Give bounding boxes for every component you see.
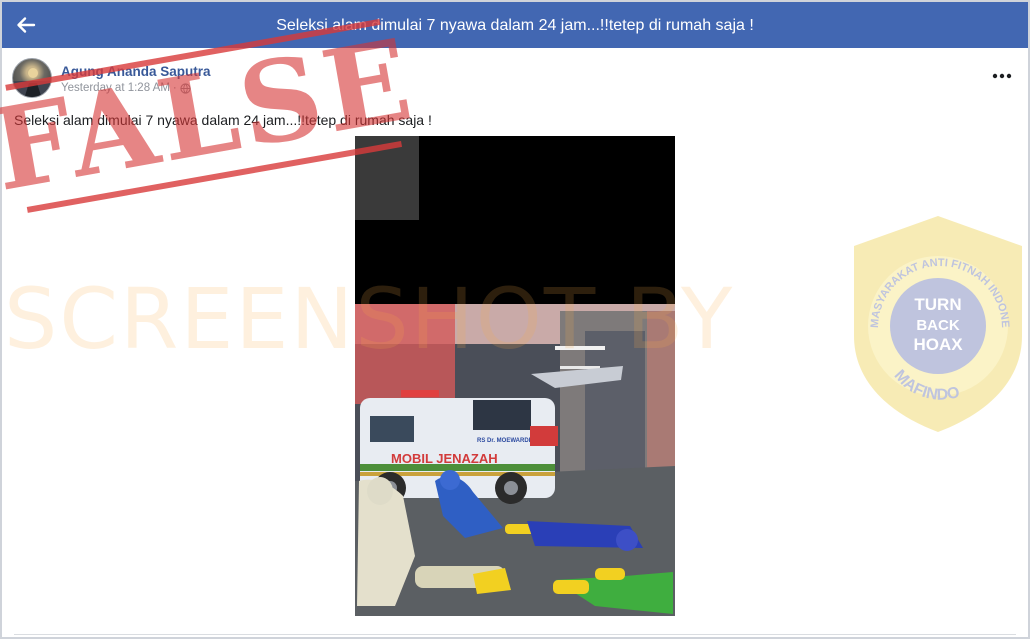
globe-icon [180, 82, 191, 94]
ambulance-label: MOBIL JENAZAH [391, 451, 498, 466]
avatar[interactable] [12, 58, 52, 98]
more-options-button[interactable] [990, 68, 1014, 84]
meta-separator: · [172, 82, 177, 94]
post-timestamp[interactable]: Yesterday at 1:28 AM [61, 82, 170, 94]
post-photo[interactable]: MOBIL JENAZAH RS Dr. MOEWARDI [355, 136, 675, 616]
post-header: Agung Ananda Saputra Yesterday at 1:28 A… [12, 58, 992, 100]
arrow-left-icon [17, 17, 36, 33]
divider [14, 634, 1016, 635]
top-bar: Seleksi alam dimulai 7 nyawa dalam 24 ja… [2, 2, 1028, 48]
page-title: Seleksi alam dimulai 7 nyawa dalam 24 ja… [276, 17, 754, 34]
author-name-link[interactable]: Agung Ananda Saputra [61, 64, 211, 79]
post-text: Seleksi alam dimulai 7 nyawa dalam 24 ja… [14, 112, 432, 128]
post-meta: Yesterday at 1:28 AM · [61, 82, 191, 94]
ambulance-hospital: RS Dr. MOEWARDI [477, 438, 531, 444]
more-dots-icon [992, 73, 1012, 79]
back-button[interactable] [10, 9, 42, 41]
